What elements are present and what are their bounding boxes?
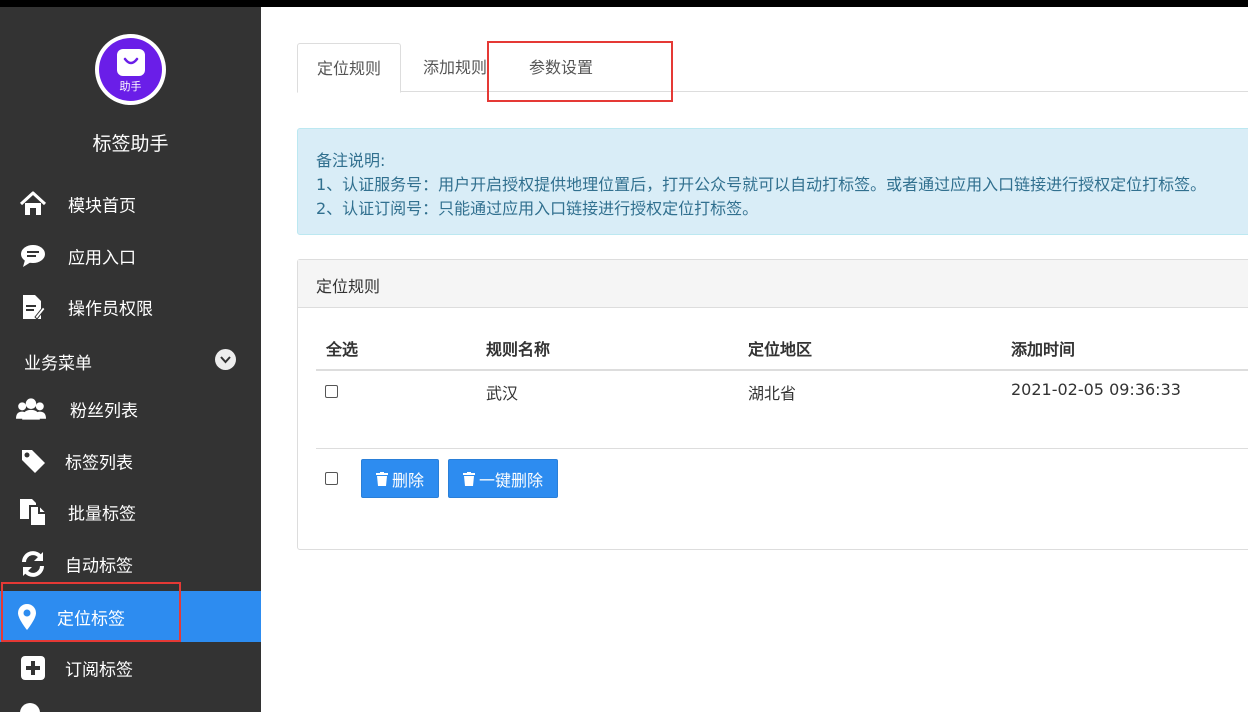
cell-rule-name: 武汉: [486, 384, 519, 403]
cell-added-time: 2021-02-05 09:36:33: [1011, 380, 1181, 399]
sidebar-item-label: 操作员权限: [68, 299, 153, 319]
delete-button-label: 删除: [392, 470, 425, 490]
sidebar-item-label: 订阅标签: [65, 660, 133, 680]
users-icon: [16, 394, 46, 424]
row-checkbox[interactable]: [325, 385, 338, 398]
copy-icon: [18, 497, 48, 527]
sidebar-item-operator-permissions[interactable]: 操作员权限: [0, 281, 261, 332]
notice-title: 备注说明:: [316, 151, 386, 170]
table-row: 武汉 湖北省 2021-02-05 09:36:33: [316, 380, 1248, 415]
sidebar-item-label: 模块首页: [68, 196, 136, 216]
table-header: 全选 规则名称 定位地区 添加时间: [316, 336, 1248, 371]
column-header-region: 定位地区: [748, 340, 813, 359]
sidebar-item-label: 应用入口: [68, 248, 136, 268]
column-header-added-time: 添加时间: [1011, 340, 1076, 359]
tab-location-rules[interactable]: 定位规则: [297, 43, 401, 93]
app-logo: 助手: [95, 34, 166, 105]
sidebar-item-label: 标签列表: [65, 453, 133, 473]
plus-square-icon: [18, 653, 48, 683]
sidebar: 助手 标签助手 模块首页 应用入口 操作员权限 业务菜单 粉丝列表 标签列表 批…: [0, 7, 261, 712]
sidebar-item-label: 粉丝列表: [70, 401, 138, 421]
sidebar-group-label: 业务菜单: [24, 354, 92, 374]
logo-text: 助手: [119, 80, 142, 93]
tag-icon: [18, 446, 48, 476]
sidebar-item-batch-tag[interactable]: 批量标签: [0, 486, 261, 537]
chevron-down-icon: [215, 349, 236, 370]
notice-line-1: 1、认证服务号：用户开启授权提供地理位置后，打开公众号就可以自动打标签。或者通过…: [316, 175, 1207, 194]
panel-title: 定位规则: [298, 260, 1248, 308]
column-header-rule-name: 规则名称: [486, 340, 551, 359]
sidebar-item-label: 自动标签: [65, 556, 133, 576]
delete-all-button-label: 一键删除: [479, 470, 544, 490]
trash-icon: [376, 471, 388, 486]
refresh-icon: [18, 549, 48, 579]
column-header-select-all[interactable]: 全选: [326, 336, 358, 360]
sidebar-item-home[interactable]: 模块首页: [0, 178, 261, 229]
highlight-box-sidebar: [1, 582, 181, 642]
cell-region: 湖北省: [748, 384, 797, 403]
select-all-checkbox[interactable]: [325, 472, 338, 485]
sidebar-item-fans-list[interactable]: 粉丝列表: [0, 383, 261, 434]
sidebar-item-label: 批量标签: [68, 504, 136, 524]
home-icon: [18, 189, 48, 219]
highlight-box-tab: [487, 41, 673, 102]
sidebar-item-tag-list[interactable]: 标签列表: [0, 435, 261, 486]
edit-doc-icon: [18, 292, 48, 322]
shopping-bag-icon: [117, 49, 145, 76]
notice-box: 备注说明: 1、认证服务号：用户开启授权提供地理位置后，打开公众号就可以自动打标…: [297, 128, 1248, 235]
tab-add-rule[interactable]: 添加规则: [423, 43, 487, 92]
sidebar-item-partial-icon: [20, 703, 40, 712]
sidebar-group-business-menu[interactable]: 业务菜单: [0, 340, 261, 380]
tab-bar: 定位规则 添加规则 参数设置: [297, 43, 1248, 93]
main-content: 定位规则 添加规则 参数设置 备注说明: 1、认证服务号：用户开启授权提供地理位…: [261, 7, 1248, 712]
sidebar-item-subscribe-tag[interactable]: 订阅标签: [0, 642, 261, 693]
window-top-bar: [0, 0, 1248, 7]
table-divider: [316, 448, 1248, 449]
chat-icon: [18, 241, 48, 271]
delete-all-button[interactable]: 一键删除: [448, 459, 559, 498]
rules-panel: 定位规则 全选 规则名称 定位地区 添加时间 武汉 湖北省 2021-02-05…: [297, 259, 1248, 550]
logo-badge: 助手: [99, 38, 162, 101]
app-name: 标签助手: [92, 133, 169, 155]
notice-line-2: 2、认证订阅号：只能通过应用入口链接进行授权定位打标签。: [316, 199, 759, 218]
delete-button[interactable]: 删除: [361, 459, 440, 498]
sidebar-item-app-entry[interactable]: 应用入口: [0, 230, 261, 281]
trash-icon: [463, 471, 475, 486]
